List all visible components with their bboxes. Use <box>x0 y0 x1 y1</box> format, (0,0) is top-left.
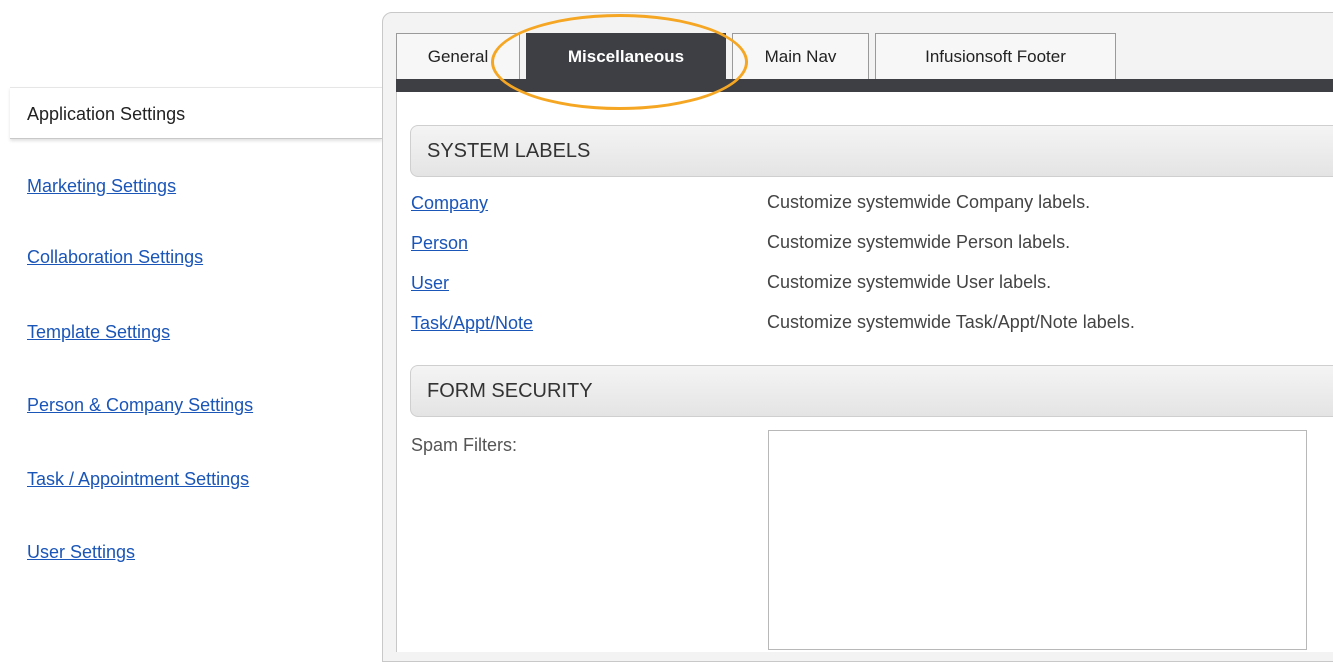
user-label-description: Customize systemwide User labels. <box>767 272 1052 292</box>
section-title: SYSTEM LABELS <box>427 140 591 162</box>
settings-sidebar: Application Settings Marketing Settings … <box>0 0 382 641</box>
tab-main-nav[interactable]: Main Nav <box>732 33 869 80</box>
sidebar-link-marketing-settings[interactable]: Marketing Settings <box>27 176 176 197</box>
user-label-link[interactable]: User <box>411 273 449 294</box>
sidebar-link-user-settings[interactable]: User Settings <box>27 542 135 563</box>
section-header-form-security: FORM SECURITY <box>410 365 1333 417</box>
tab-general[interactable]: General <box>396 33 520 80</box>
sidebar-link-collaboration-settings[interactable]: Collaboration Settings <box>27 247 203 268</box>
company-label-description: Customize systemwide Company labels. <box>767 192 1091 212</box>
section-header-system-labels: SYSTEM LABELS <box>410 125 1333 177</box>
tab-miscellaneous[interactable]: Miscellaneous <box>526 33 726 80</box>
section-title: FORM SECURITY <box>427 380 593 402</box>
tab-bar-underline <box>396 79 1333 92</box>
sidebar-item-application-settings[interactable]: Application Settings <box>10 87 382 139</box>
spam-filters-label: Spam Filters: <box>411 435 518 455</box>
person-label-description: Customize systemwide Person labels. <box>767 232 1071 252</box>
spam-filters-textarea[interactable] <box>768 430 1307 650</box>
company-label-link[interactable]: Company <box>411 193 488 214</box>
sidebar-link-template-settings[interactable]: Template Settings <box>27 322 170 343</box>
person-label-link[interactable]: Person <box>411 233 468 254</box>
sidebar-link-task-appointment-settings[interactable]: Task / Appointment Settings <box>27 469 249 490</box>
sidebar-link-person-company-settings[interactable]: Person & Company Settings <box>27 395 253 416</box>
tab-infusionsoft-footer[interactable]: Infusionsoft Footer <box>875 33 1116 80</box>
task-appt-note-label-description: Customize systemwide Task/Appt/Note labe… <box>767 312 1135 332</box>
task-appt-note-label-link[interactable]: Task/Appt/Note <box>411 313 533 334</box>
sidebar-item-label: Application Settings <box>27 104 186 124</box>
